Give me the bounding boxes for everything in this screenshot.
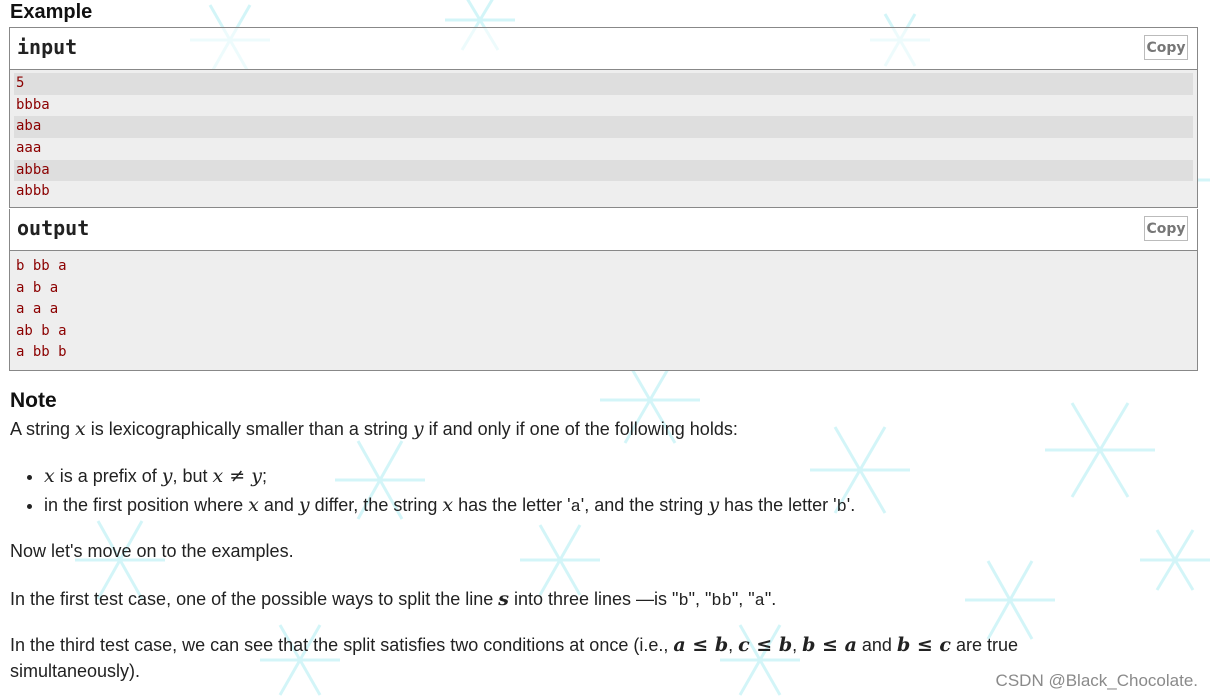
output-header: output Copy: [10, 209, 1197, 251]
input-line: abbb: [16, 183, 50, 200]
conditions-list: x is a prefix of y, but x ≠ y; in the fi…: [20, 462, 855, 520]
input-block: input Copy 5 bbba aba aaa abba abbb: [9, 27, 1198, 209]
input-line: aba: [14, 116, 1193, 139]
input-line: abba: [14, 159, 1193, 182]
math-expression: x ≠ y: [212, 465, 262, 487]
watermark: CSDN @Black_Chocolate.: [995, 671, 1198, 690]
output-line: a b a: [16, 279, 59, 296]
list-item: in the first position where x and y diff…: [44, 491, 855, 520]
note-paragraph: In the first test case, one of the possi…: [10, 588, 777, 611]
note-paragraph-continued: simultaneously).: [10, 661, 141, 681]
math-y: y: [412, 418, 424, 440]
note-intro: A string x is lexicographically smaller …: [10, 418, 738, 440]
output-content: b bb a a b a a a a ab b a a bb b: [10, 251, 1197, 370]
input-label: input: [17, 35, 78, 59]
note-heading: Note: [10, 389, 57, 412]
output-line: a bb b: [16, 344, 67, 361]
input-line: aaa: [16, 140, 42, 157]
output-line: a a a: [16, 301, 59, 318]
input-line: bbba: [16, 96, 50, 113]
note-paragraph: Now let's move on to the examples.: [10, 541, 294, 561]
input-content: 5 bbba aba aaa abba abbb: [10, 70, 1197, 208]
copy-output-button[interactable]: Copy: [1144, 216, 1188, 241]
output-label: output: [17, 216, 90, 240]
output-line: b bb a: [16, 258, 67, 274]
example-heading: Example: [10, 1, 93, 23]
input-line: 5: [14, 73, 1193, 95]
output-block: output Copy b bb a a b a a a a ab b a a …: [9, 209, 1198, 371]
math-x: x: [75, 418, 86, 440]
input-header: input Copy: [10, 28, 1197, 70]
list-item: x is a prefix of y, but x ≠ y;: [44, 462, 855, 491]
output-line: ab b a: [16, 322, 67, 339]
copy-input-button[interactable]: Copy: [1144, 35, 1188, 60]
note-paragraph: In the third test case, we can see that …: [10, 634, 1019, 656]
